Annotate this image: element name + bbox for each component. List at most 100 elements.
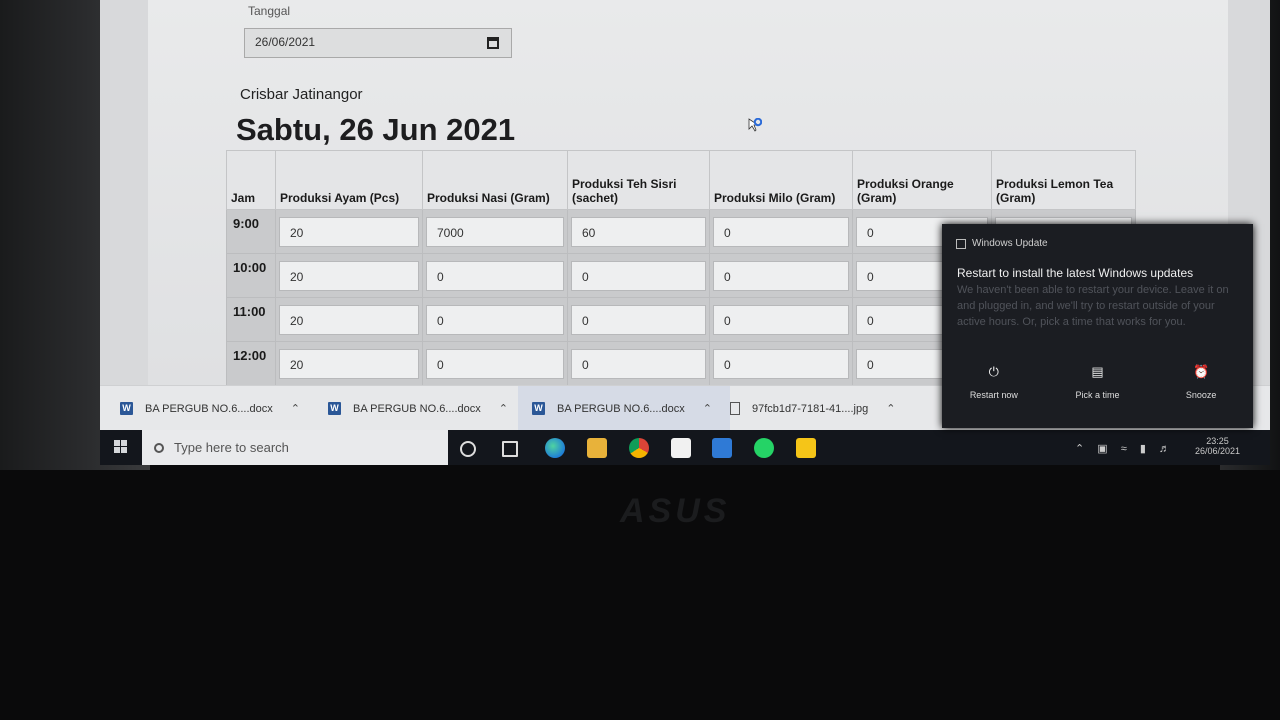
header-jam: Jam <box>226 150 276 210</box>
quantity-input[interactable]: 0 <box>713 216 849 247</box>
quantity-input[interactable]: 0 <box>571 348 706 379</box>
table-cell: 0 <box>709 341 853 386</box>
open-file-name: 97fcb1d7-7181-41....jpg <box>752 402 869 415</box>
power-icon: ⏻ <box>988 364 999 379</box>
windows-update-icon <box>956 238 966 249</box>
row-time: 10:00 <box>226 253 276 298</box>
pick-a-time-label: Pick a time <box>1075 390 1120 400</box>
open-file-item[interactable]: W BA PERGUB NO.6....docx ⌃ <box>518 386 730 431</box>
table-header-row: Jam Produksi Ayam (Pcs) Produksi Nasi (G… <box>226 150 1136 210</box>
sticky-notes-icon[interactable] <box>796 438 816 458</box>
quantity-input[interactable]: 20 <box>279 348 419 379</box>
alarm-icon: ⏰ <box>1193 364 1210 379</box>
open-file-name: BA PERGUB NO.6....docx <box>557 402 685 415</box>
quantity-input[interactable]: 0 <box>426 348 564 379</box>
quantity-input[interactable]: 60 <box>571 216 706 247</box>
word-icon: W <box>532 402 545 415</box>
header-orange: Produksi Orange (Gram) <box>852 150 992 210</box>
table-cell: 20 <box>275 341 423 386</box>
table-cell: 0 <box>422 297 568 342</box>
quantity-input[interactable]: 7000 <box>426 216 564 247</box>
store-icon[interactable] <box>671 438 691 458</box>
table-cell: 20 <box>275 297 423 342</box>
open-file-name: BA PERGUB NO.6....docx <box>145 402 273 415</box>
header-nasi: Produksi Nasi (Gram) <box>422 150 568 210</box>
toast-body: We haven't been able to restart your dev… <box>957 284 1229 328</box>
table-cell: 0 <box>422 341 568 386</box>
chevron-up-icon[interactable]: ⌃ <box>499 402 508 415</box>
whatsapp-icon[interactable] <box>754 438 774 458</box>
quantity-input[interactable]: 0 <box>426 260 564 291</box>
clock[interactable]: 23:25 26/06/2021 <box>1195 436 1240 456</box>
quantity-input[interactable]: 20 <box>279 260 419 291</box>
table-cell: 0 <box>709 209 853 254</box>
calendar-icon[interactable] <box>487 37 499 49</box>
clock-time: 23:25 <box>1206 436 1229 446</box>
windows-taskbar: Type here to search ⌃ ▣ ≈ ▮ ♬ 23:25 26/0… <box>100 430 1270 465</box>
table-cell: 60 <box>567 209 710 254</box>
file-explorer-icon[interactable] <box>587 438 607 458</box>
toast-header: Windows Update <box>956 238 1048 249</box>
row-time: 12:00 <box>226 341 276 386</box>
chevron-up-icon[interactable]: ⌃ <box>703 402 712 415</box>
quantity-input[interactable]: 0 <box>713 348 849 379</box>
store-name: Crisbar Jatinangor <box>240 86 363 103</box>
windows-start-icon[interactable] <box>114 440 128 454</box>
system-tray-icons[interactable]: ⌃ ▣ ≈ ▮ ♬ <box>1075 442 1175 455</box>
edge-icon[interactable] <box>545 438 565 458</box>
header-ayam: Produksi Ayam (Pcs) <box>275 150 423 210</box>
word-icon: W <box>120 402 133 415</box>
asus-logo: ASUS <box>620 492 731 530</box>
table-cell: 20 <box>275 209 423 254</box>
quantity-input[interactable]: 0 <box>713 304 849 335</box>
open-file-item[interactable]: 97fcb1d7-7181-41....jpg ⌃ <box>730 386 930 431</box>
page-title: Sabtu, 26 Jun 2021 <box>236 112 516 147</box>
quantity-input[interactable]: 20 <box>279 216 419 247</box>
header-lemon: Produksi Lemon Tea (Gram) <box>991 150 1136 210</box>
image-file-icon <box>730 402 740 415</box>
date-label: Tanggal <box>248 4 291 18</box>
table-cell: 0 <box>422 253 568 298</box>
pick-a-time-button[interactable]: ▤ Pick a time <box>1052 364 1142 400</box>
row-time: 11:00 <box>226 297 276 342</box>
taskbar-search[interactable]: Type here to search <box>142 430 448 465</box>
busy-cursor-icon <box>748 118 762 132</box>
quantity-input[interactable]: 0 <box>571 260 706 291</box>
windows-update-toast: Windows Update Restart to install the la… <box>942 224 1253 428</box>
chevron-up-icon[interactable]: ⌃ <box>886 402 895 415</box>
table-cell: 0 <box>709 297 853 342</box>
search-placeholder: Type here to search <box>174 440 289 455</box>
restart-now-button[interactable]: ⏻ Restart now <box>949 364 1039 400</box>
quantity-input[interactable]: 20 <box>279 304 419 335</box>
open-file-item[interactable]: W BA PERGUB NO.6....docx ⌃ <box>120 386 310 431</box>
task-view-icon[interactable] <box>502 441 518 457</box>
table-cell: 0 <box>567 341 710 386</box>
toast-title: Restart to install the latest Windows up… <box>957 266 1194 280</box>
table-cell: 0 <box>567 297 710 342</box>
clock-date: 26/06/2021 <box>1194 446 1240 456</box>
open-file-name: BA PERGUB NO.6....docx <box>353 402 481 415</box>
open-file-item[interactable]: W BA PERGUB NO.6....docx ⌃ <box>328 386 518 431</box>
mail-icon[interactable] <box>712 438 732 458</box>
quantity-input[interactable]: 0 <box>713 260 849 291</box>
toast-app-name: Windows Update <box>972 238 1048 249</box>
quantity-input[interactable]: 0 <box>571 304 706 335</box>
table-cell: 0 <box>567 253 710 298</box>
snooze-label: Snooze <box>1185 390 1217 400</box>
word-icon: W <box>328 402 341 415</box>
chrome-icon[interactable] <box>629 438 649 458</box>
calendar-clock-icon: ▤ <box>1091 364 1104 379</box>
date-input[interactable]: 26/06/2021 <box>244 28 512 58</box>
restart-now-label: Restart now <box>969 390 1018 400</box>
header-teh: Produksi Teh Sisri (sachet) <box>567 150 710 210</box>
search-icon <box>154 442 164 453</box>
cortana-icon[interactable] <box>460 441 476 457</box>
header-milo: Produksi Milo (Gram) <box>709 150 853 210</box>
quantity-input[interactable]: 0 <box>426 304 564 335</box>
snooze-button[interactable]: ⏰ Snooze <box>1156 364 1246 400</box>
date-value: 26/06/2021 <box>255 35 316 49</box>
chevron-up-icon[interactable]: ⌃ <box>291 402 300 415</box>
table-cell: 20 <box>275 253 423 298</box>
table-cell: 7000 <box>422 209 568 254</box>
table-cell: 0 <box>709 253 853 298</box>
